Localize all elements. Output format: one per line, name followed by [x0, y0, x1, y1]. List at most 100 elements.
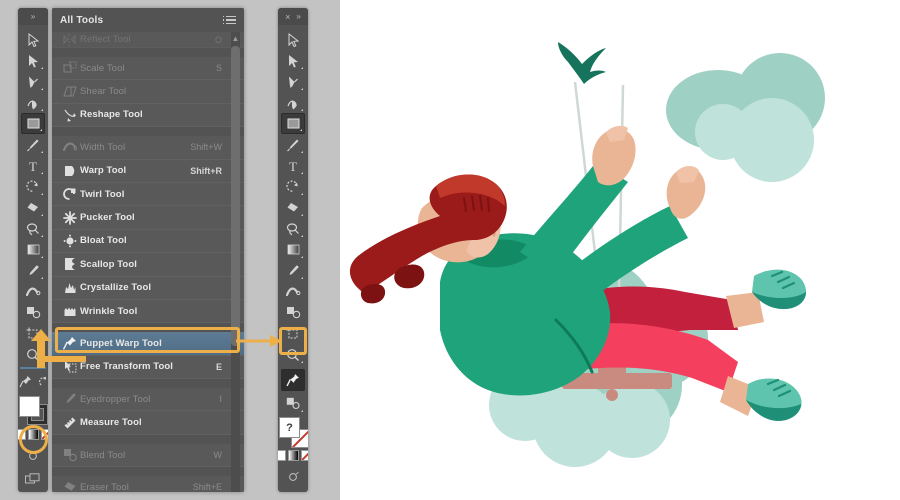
tool-row-bloat-tool[interactable]: Bloat Tool: [52, 230, 244, 253]
tool-row-eyedropper-tool[interactable]: Eyedropper ToolI: [52, 388, 244, 411]
artboard-tool-icon[interactable]: [21, 323, 45, 344]
tool-row-reflect-tool[interactable]: Reflect ToolO: [52, 32, 244, 48]
puppet-warp-tool-icon[interactable]: [19, 371, 33, 392]
type-tool-icon[interactable]: T: [281, 155, 305, 176]
zoom-tool-icon[interactable]: [281, 344, 305, 365]
tool-row-label: Reflect Tool: [80, 34, 131, 45]
eyedropper-tool-icon[interactable]: [21, 260, 45, 281]
tool-row-shortcut: Shift+E: [193, 482, 222, 492]
fill-stroke-swatch[interactable]: ?: [278, 416, 308, 446]
artboard-canvas[interactable]: [340, 0, 900, 500]
freetransform-icon: [60, 360, 80, 374]
crystallize-icon: [60, 281, 80, 295]
direct-selection-tool-icon[interactable]: [21, 50, 45, 71]
tool-row-puppet-warp-tool[interactable]: Puppet Warp Tool: [52, 332, 244, 355]
shape-builder-tool-icon[interactable]: [281, 393, 305, 414]
paintbrush-tool-icon[interactable]: [281, 134, 305, 155]
curvature-tool-icon[interactable]: [281, 92, 305, 113]
shape-builder-tool-icon[interactable]: [36, 371, 48, 392]
selection-tool-icon[interactable]: [21, 29, 45, 50]
blend-tool-icon[interactable]: [21, 302, 45, 323]
girl-on-swing-illustration: [340, 0, 900, 500]
fill-swatch-unknown[interactable]: ?: [279, 417, 300, 438]
none-button[interactable]: [41, 429, 49, 440]
pucker-icon: [60, 211, 80, 225]
color-button[interactable]: [278, 450, 286, 461]
advanced-toolbar[interactable]: × » T: [278, 8, 308, 492]
tool-group-separator: [52, 48, 244, 57]
gradient-button[interactable]: [288, 450, 299, 461]
basic-toolbar-header[interactable]: »: [18, 8, 48, 25]
tool-row-free-transform-tool[interactable]: Free Transform ToolE: [52, 356, 244, 379]
rotate-tool-icon[interactable]: [281, 176, 305, 197]
width-tool-icon[interactable]: [281, 281, 305, 302]
svg-text:T: T: [289, 159, 297, 173]
tool-row-width-tool[interactable]: Width ToolShift+W: [52, 136, 244, 159]
rotate-tool-icon[interactable]: [21, 176, 45, 197]
rectangle-tool-icon[interactable]: [21, 113, 45, 134]
screen-mode-icon[interactable]: [281, 489, 305, 492]
tool-row-reshape-tool[interactable]: Reshape Tool: [52, 104, 244, 127]
gradient-tool-icon[interactable]: [281, 239, 305, 260]
zoom-tool-icon[interactable]: [21, 344, 45, 365]
selection-tool-icon[interactable]: [281, 29, 305, 50]
tool-row-shear-tool[interactable]: Shear Tool: [52, 80, 244, 103]
fill-swatch[interactable]: [19, 396, 40, 417]
drawing-mode-icon[interactable]: [281, 466, 305, 487]
color-mode-buttons[interactable]: [18, 429, 48, 440]
rectangle-tool-icon[interactable]: [281, 113, 305, 134]
direct-selection-tool-icon[interactable]: [281, 50, 305, 71]
pen-tool-icon[interactable]: [281, 71, 305, 92]
pen-tool-icon[interactable]: [21, 71, 45, 92]
close-icon[interactable]: ×: [285, 12, 290, 22]
all-tools-panel: All Tools Reflect ToolOScale ToolSShear …: [52, 8, 244, 492]
tool-row-shortcut: S: [216, 63, 222, 73]
none-button[interactable]: [301, 450, 309, 461]
tool-row-warp-tool[interactable]: Warp ToolShift+R: [52, 160, 244, 183]
tool-row-shortcut: W: [214, 450, 223, 460]
color-button[interactable]: [18, 429, 26, 440]
paintbrush-tool-icon[interactable]: [21, 134, 45, 155]
lasso-tool-icon[interactable]: [21, 218, 45, 239]
tool-row-scale-tool[interactable]: Scale ToolS: [52, 57, 244, 80]
tool-row-pucker-tool[interactable]: Pucker Tool: [52, 206, 244, 229]
eraser-tool-icon[interactable]: [21, 197, 45, 218]
color-mode-buttons[interactable]: [278, 450, 308, 461]
blend-tool-icon[interactable]: [281, 302, 305, 323]
gradient-tool-icon[interactable]: [21, 239, 45, 260]
puppet-warp-tool-icon[interactable]: [281, 369, 305, 391]
basic-toolbar[interactable]: »: [18, 8, 48, 492]
tool-row-crystallize-tool[interactable]: Crystallize Tool: [52, 277, 244, 300]
panel-menu-icon[interactable]: [226, 16, 236, 25]
tool-row-label: Pucker Tool: [80, 212, 135, 223]
lasso-tool-icon[interactable]: [281, 218, 305, 239]
tool-row-twirl-tool[interactable]: Twirl Tool: [52, 183, 244, 206]
scroll-up-caret[interactable]: ▲: [231, 34, 240, 43]
tool-row-wrinkle-tool[interactable]: Wrinkle Tool: [52, 300, 244, 323]
tool-rows: Reflect ToolO Scale ToolSShear ToolReshap…: [52, 32, 244, 492]
tool-row-label: Warp Tool: [80, 165, 126, 176]
screen-mode-icon[interactable]: [21, 468, 45, 489]
panel-scrollbar-thumb[interactable]: [231, 46, 240, 346]
advanced-toolbar-icons: T: [278, 26, 308, 492]
eyedropper-tool-icon[interactable]: [281, 260, 305, 281]
tool-row-measure-tool[interactable]: Measure Tool: [52, 411, 244, 434]
artboard-tool-icon[interactable]: [281, 323, 305, 344]
curvature-tool-icon[interactable]: [21, 92, 45, 113]
measure-icon: [60, 416, 80, 430]
advanced-toolbar-header[interactable]: × »: [278, 8, 308, 25]
tool-row-eraser-tool[interactable]: Eraser ToolShift+E: [52, 476, 244, 492]
tool-row-scallop-tool[interactable]: Scallop Tool: [52, 253, 244, 276]
type-tool-icon[interactable]: T: [21, 155, 45, 176]
gradient-button[interactable]: [28, 429, 39, 440]
drawing-mode-icon[interactable]: [21, 445, 45, 466]
fill-stroke-swatch[interactable]: [18, 395, 48, 425]
collapse-icon[interactable]: »: [31, 12, 35, 21]
tool-row-blend-tool[interactable]: Blend ToolW: [52, 444, 244, 467]
basic-toolbar-icons: T: [18, 26, 48, 492]
width-tool-icon[interactable]: [21, 281, 45, 302]
eraser-tool-icon[interactable]: [281, 197, 305, 218]
tool-row-label: Eyedropper Tool: [80, 394, 151, 405]
collapse-icon[interactable]: »: [296, 12, 300, 21]
tool-list[interactable]: Reflect ToolO Scale ToolSShear ToolReshap…: [52, 32, 244, 492]
